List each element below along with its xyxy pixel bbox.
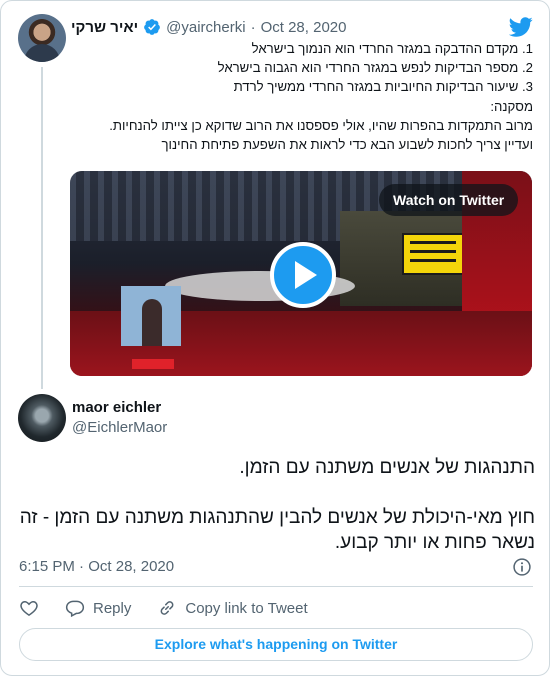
play-icon[interactable]	[270, 242, 336, 308]
heart-icon	[20, 600, 38, 616]
header-separator: ·	[250, 18, 256, 36]
quoted-author-handle[interactable]: @yaircherki	[166, 19, 245, 36]
tweet-time: 6:15 PM	[19, 558, 75, 575]
tweet-timestamp[interactable]: 6:15 PM · Oct 28, 2020	[19, 558, 174, 575]
quoted-text-line: 2. מספר הבדיקות לנפש במגזר החרדי הוא הגב…	[217, 60, 533, 76]
tweet-text-line: נשאר פחות או יותר קבוע.	[334, 532, 535, 553]
author-name[interactable]: maor eichler	[72, 399, 161, 416]
quoted-text-line: 3. שיעור הבדיקות החיוביות במגזר החרדי ממ…	[233, 79, 533, 95]
tweet-text-line	[19, 480, 535, 505]
twitter-bird-icon[interactable]	[509, 15, 533, 39]
author-handle[interactable]: @EichlerMaor	[72, 419, 167, 436]
quoted-text-line: ועדיין צריך לחכות לשבוע הבא כדי לראות את…	[161, 137, 533, 153]
author-avatar[interactable]	[18, 394, 66, 442]
quoted-author-avatar[interactable]	[18, 14, 66, 62]
divider	[19, 586, 533, 587]
quoted-author-name[interactable]: יאיר שרקי	[71, 19, 138, 36]
link-icon	[160, 601, 174, 615]
copy-link-button[interactable]: Copy link to Tweet	[157, 598, 308, 618]
explore-twitter-button[interactable]: Explore what's happening on Twitter	[19, 628, 533, 661]
copy-link-label: Copy link to Tweet	[185, 599, 308, 617]
quoted-text-line: מסקנה:	[490, 98, 533, 114]
reply-button[interactable]: Reply	[65, 598, 131, 618]
info-icon[interactable]	[512, 557, 532, 577]
quoted-tweet[interactable]: יאיר שרקי @yaircherki · Oct 28, 2020 1. …	[1, 1, 549, 389]
watch-on-twitter-button[interactable]: Watch on Twitter	[379, 184, 519, 216]
tweet-actions: Reply Copy link to Tweet	[19, 597, 334, 619]
quoted-text-line: 1. מקדם ההדבקה במגזר החרדי הוא הנמוך ביש…	[251, 41, 533, 56]
tweet-text-line: התנהגות של אנשים משתנה עם הזמן.	[239, 457, 535, 478]
verified-badge-icon	[144, 19, 161, 35]
thread-connector-line	[41, 67, 43, 389]
quoted-tweet-text: 1. מקדם ההדבקה במגזר החרדי הוא הנמוך ביש…	[67, 39, 533, 154]
quoted-text-line: מרוב התמקדות בהפרות שהיו, אולי פספסנו את…	[109, 117, 533, 133]
reply-label: Reply	[93, 599, 132, 617]
like-button[interactable]	[19, 598, 39, 618]
tweet-text: התנהגות של אנשים משתנה עם הזמן. חוץ מאי-…	[19, 455, 535, 555]
tweet-date: Oct 28, 2020	[88, 558, 175, 575]
tweet-text-line: חוץ מאי-היכולת של אנשים להבין שהתנהגות מ…	[19, 507, 535, 528]
quoted-tweet-date[interactable]: Oct 28, 2020	[261, 19, 347, 36]
reply-bubble-icon	[65, 600, 85, 618]
timestamp-separator: ·	[79, 558, 85, 575]
tweet-embed-card: יאיר שרקי @yaircherki · Oct 28, 2020 1. …	[0, 0, 550, 676]
quoted-tweet-header: יאיר שרקי @yaircherki · Oct 28, 2020	[71, 17, 511, 37]
